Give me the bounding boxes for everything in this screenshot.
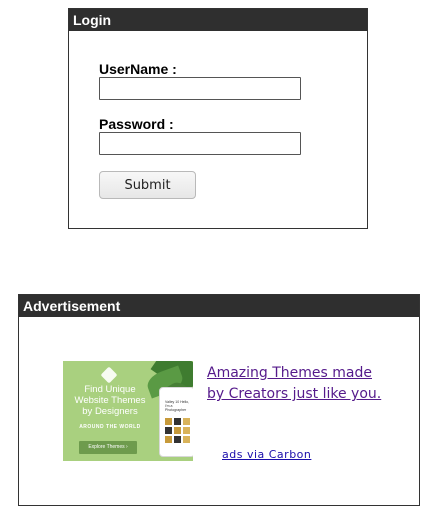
ad-image-subline: AROUND THE WORLD bbox=[79, 424, 141, 430]
tablet-caption: Valley 10 Hello, I'm a Photographer bbox=[165, 400, 190, 412]
password-input[interactable] bbox=[99, 132, 301, 155]
advertisement-panel: Advertisement Find Unique Website Themes… bbox=[18, 294, 420, 506]
explore-themes-button: Explore Themes › bbox=[79, 441, 137, 454]
submit-button[interactable]: Submit bbox=[99, 171, 196, 199]
ad-headline-line: Website Themes bbox=[74, 395, 146, 406]
tablet-photo-grid bbox=[165, 418, 191, 443]
ad-text-link[interactable]: Amazing Themes made by Creators just lik… bbox=[207, 363, 382, 405]
tablet-mockup: Valley 10 Hello, I'm a Photographer bbox=[159, 387, 193, 457]
password-label: Password : bbox=[99, 116, 174, 132]
username-label: UserName : bbox=[99, 61, 177, 77]
ads-via-carbon-link[interactable]: ads via Carbon bbox=[222, 448, 311, 461]
login-panel: Login UserName : Password : Submit bbox=[68, 8, 368, 229]
ad-text-link-line: by Creators just like you. bbox=[207, 386, 382, 402]
ad-headline-line: by Designers bbox=[82, 406, 138, 417]
ad-banner-image[interactable]: Find Unique Website Themes by Designers … bbox=[63, 361, 193, 461]
advertisement-panel-title: Advertisement bbox=[19, 295, 419, 317]
username-input[interactable] bbox=[99, 77, 301, 100]
ad-image-headline: Find Unique Website Themes by Designers bbox=[65, 384, 155, 417]
ad-text-link-line: Amazing Themes made bbox=[207, 365, 372, 381]
ad-headline-line: Find Unique bbox=[84, 384, 136, 395]
login-panel-title: Login bbox=[69, 9, 367, 31]
tag-icon bbox=[100, 366, 118, 384]
